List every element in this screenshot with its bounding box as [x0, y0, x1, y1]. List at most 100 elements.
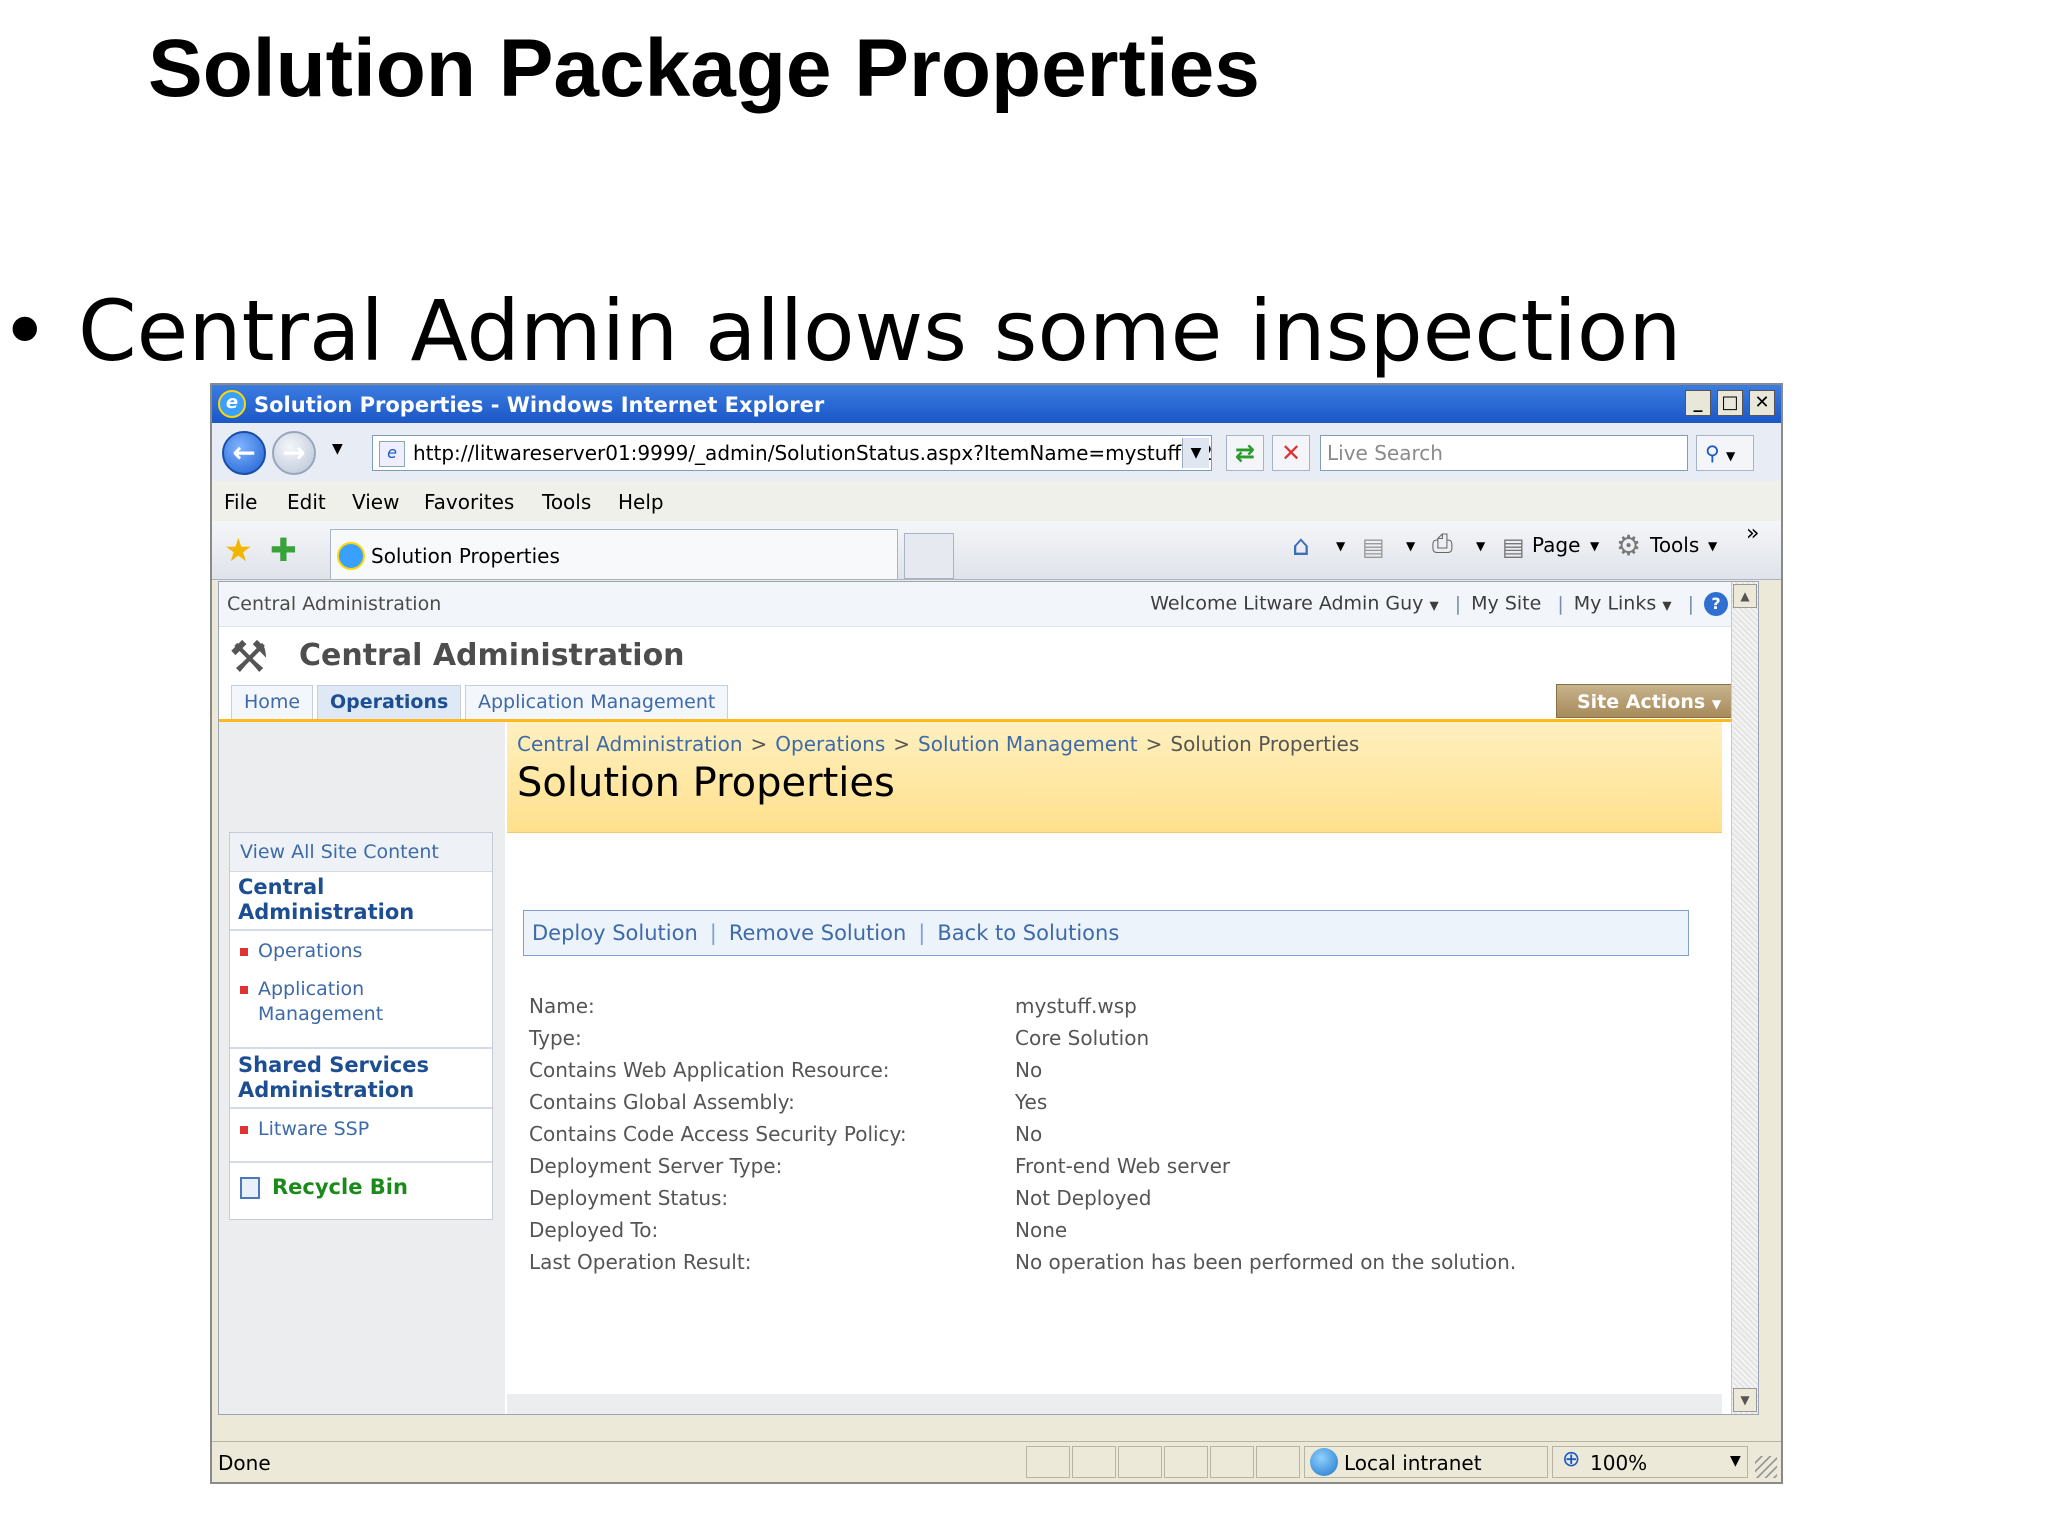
recycle-bin-icon: [240, 1177, 260, 1199]
menu-view[interactable]: View: [352, 490, 399, 514]
page-title: Solution Properties: [517, 760, 895, 806]
tools-menu-button[interactable]: Tools: [1650, 533, 1699, 557]
recycle-bin-label: Recycle Bin: [272, 1175, 408, 1199]
status-cell: [1072, 1446, 1116, 1478]
new-tab-button[interactable]: [904, 533, 954, 579]
my-site-link[interactable]: My Site: [1471, 593, 1541, 615]
forward-button[interactable]: →: [272, 431, 316, 475]
print-dropdown-icon[interactable]: ▼: [1476, 539, 1485, 553]
scroll-down-icon[interactable]: ▼: [1733, 1388, 1757, 1412]
tools-dropdown-icon[interactable]: ▼: [1708, 539, 1717, 553]
property-label: Deployed To:: [529, 1218, 659, 1242]
property-label: Contains Web Application Resource:: [529, 1058, 890, 1082]
ql-central-admin-line2: Administration: [238, 900, 415, 924]
my-links-menu[interactable]: My Links: [1574, 593, 1657, 615]
recycle-bin-link[interactable]: Recycle Bin: [240, 1175, 408, 1199]
chevron-more-icon[interactable]: »: [1746, 521, 1759, 546]
property-label: Contains Global Assembly:: [529, 1090, 795, 1114]
intranet-globe-icon: [1310, 1448, 1338, 1476]
feeds-dropdown-icon[interactable]: ▼: [1406, 539, 1415, 553]
menu-help[interactable]: Help: [618, 490, 664, 514]
security-zone[interactable]: Local intranet: [1344, 1451, 1482, 1475]
bullet-dot: •: [0, 282, 50, 380]
top-nav-tabs: Home Operations Application Management: [219, 685, 1758, 722]
property-value: Core Solution: [1015, 1026, 1150, 1050]
status-bar: Done Local intranet ⊕ 100% ▼: [212, 1441, 1781, 1482]
menu-favorites[interactable]: Favorites: [424, 490, 514, 514]
print-icon[interactable]: ⎙: [1432, 529, 1453, 560]
user-links: Welcome Litware Admin Guy ▼ | My Site | My…: [1150, 592, 1728, 616]
menu-edit[interactable]: Edit: [287, 490, 326, 514]
site-actions-label: Site Actions: [1576, 691, 1706, 713]
breadcrumb-central-administration[interactable]: Central Administration: [517, 732, 743, 756]
breadcrumb-operations[interactable]: Operations: [775, 732, 885, 756]
ql-divider: [230, 1161, 492, 1163]
page-title-area: Central Administration > Operations > Soluti…: [507, 722, 1722, 833]
tab-solution-properties[interactable]: Solution Properties: [330, 529, 898, 579]
property-value: mystuff.wsp: [1015, 994, 1137, 1018]
url-field[interactable]: e http://litwareserver01:9999/_admin/Solu…: [372, 435, 1212, 471]
favorites-star-icon[interactable]: ★: [224, 531, 253, 569]
back-button[interactable]: ←: [222, 431, 266, 475]
menu-tools[interactable]: Tools: [542, 490, 591, 514]
ql-litware-ssp-label: Litware SSP: [258, 1118, 370, 1140]
back-to-solutions-link[interactable]: Back to Solutions: [937, 921, 1119, 945]
search-input[interactable]: Live Search: [1320, 435, 1688, 471]
tab-application-management[interactable]: Application Management: [465, 685, 729, 719]
ql-central-administration[interactable]: Central Administration: [238, 875, 414, 925]
breadcrumb-solution-management[interactable]: Solution Management: [918, 732, 1138, 756]
zoom-level[interactable]: 100%: [1590, 1451, 1647, 1475]
page-menu-button[interactable]: Page: [1532, 533, 1580, 557]
status-cell: [1118, 1446, 1162, 1478]
welcome-menu[interactable]: Welcome Litware Admin Guy: [1150, 593, 1423, 615]
stop-button[interactable]: ✕: [1272, 435, 1310, 471]
view-all-site-content-link[interactable]: View All Site Content: [230, 833, 492, 872]
quick-launch: View All Site Content Central Administra…: [229, 832, 493, 1220]
vertical-scrollbar[interactable]: ▲ ▼: [1731, 582, 1758, 1414]
ql-application-management[interactable]: Application Management: [240, 977, 383, 1027]
minimize-button[interactable]: _: [1685, 390, 1711, 416]
site-title[interactable]: Central Administration: [299, 638, 685, 673]
menu-file[interactable]: File: [224, 490, 257, 514]
search-button[interactable]: ⚲ ▼: [1696, 435, 1754, 471]
home-dropdown-icon[interactable]: ▼: [1336, 539, 1345, 553]
ql-litware-ssp[interactable]: Litware SSP: [240, 1117, 369, 1142]
my-links-dropdown-icon[interactable]: ▼: [1662, 599, 1671, 613]
site-actions-dropdown-icon: ▼: [1711, 697, 1722, 711]
deploy-solution-link[interactable]: Deploy Solution: [532, 921, 698, 945]
page-dropdown-icon[interactable]: ▼: [1590, 539, 1599, 553]
bullet-icon: [240, 947, 248, 956]
page-content: Central Administration Welcome Litware A…: [218, 581, 1759, 1415]
tab-home[interactable]: Home: [231, 685, 314, 719]
window-titlebar[interactable]: e Solution Properties - Windows Internet…: [212, 385, 1781, 423]
welcome-dropdown-icon[interactable]: ▼: [1429, 599, 1438, 613]
recent-pages-dropdown-icon[interactable]: ▼: [332, 441, 343, 457]
help-icon[interactable]: ?: [1704, 592, 1728, 616]
close-button[interactable]: ✕: [1749, 390, 1775, 416]
status-cell: [1210, 1446, 1254, 1478]
main-footer: [507, 1394, 1722, 1414]
refresh-button[interactable]: ⇄: [1226, 435, 1264, 471]
add-favorite-icon[interactable]: ✚: [270, 531, 297, 569]
remove-solution-link[interactable]: Remove Solution: [729, 921, 906, 945]
resize-grip-icon[interactable]: [1755, 1456, 1777, 1478]
tab-operations[interactable]: Operations: [317, 685, 462, 719]
ql-shared-services-administration[interactable]: Shared Services Administration: [238, 1053, 429, 1103]
search-icon: ⚲: [1705, 441, 1720, 465]
feeds-icon[interactable]: ▤: [1362, 533, 1385, 561]
zoom-dropdown-icon[interactable]: ▼: [1730, 1453, 1741, 1469]
search-dropdown-icon[interactable]: ▼: [1726, 449, 1735, 463]
maximize-button[interactable]: □: [1717, 390, 1743, 416]
ql-operations[interactable]: Operations: [240, 939, 362, 964]
solution-actions-toolbar: Deploy Solution | Remove Solution | Back to …: [523, 910, 1689, 956]
site-actions-button[interactable]: Site Actions ▼: [1556, 684, 1742, 718]
property-label: Type:: [529, 1026, 582, 1050]
slide-title: Solution Package Properties: [148, 23, 1260, 114]
url-dropdown-icon[interactable]: ▼: [1182, 438, 1209, 468]
property-label: Deployment Status:: [529, 1186, 729, 1210]
browser-window: e Solution Properties - Windows Internet…: [210, 383, 1783, 1484]
home-icon[interactable]: ⌂: [1292, 529, 1310, 562]
scroll-up-icon[interactable]: ▲: [1733, 584, 1757, 608]
site-breadcrumb-label[interactable]: Central Administration: [227, 593, 441, 615]
zoom-cell: [1552, 1446, 1748, 1478]
